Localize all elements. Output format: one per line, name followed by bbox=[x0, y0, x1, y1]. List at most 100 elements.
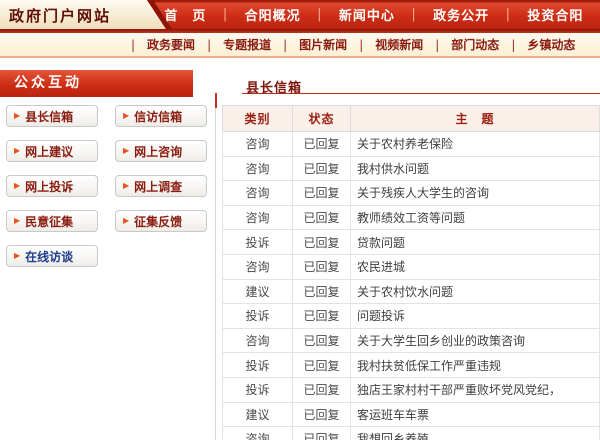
sidebar-item-label: 在线访谈 bbox=[25, 248, 73, 265]
sidebar-item-label: 县长信箱 bbox=[25, 108, 73, 125]
cell-subject-link[interactable]: 我村扶贫低保工作严重违规 bbox=[351, 353, 600, 378]
sidebar-item-label: 网上调查 bbox=[134, 178, 182, 195]
table-row: 咨询已回复关于残疾人大学生的咨询 bbox=[223, 181, 600, 206]
sidebar-item-7[interactable]: ▶ 征集反馈 bbox=[115, 210, 207, 232]
sidebar-item-4[interactable]: ▶ 网上投诉 bbox=[6, 175, 98, 197]
sidebar-item-3[interactable]: ▶ 网上咨询 bbox=[115, 140, 207, 162]
cell-status: 已回复 bbox=[293, 402, 351, 427]
cell-status: 已回复 bbox=[293, 254, 351, 279]
arrow-icon: ▶ bbox=[123, 217, 129, 225]
cell-subject-link[interactable]: 关于残疾人大学生的咨询 bbox=[351, 181, 600, 206]
cell-category: 投诉 bbox=[223, 353, 293, 378]
top-nav-separator: | bbox=[223, 7, 228, 22]
table-row: 投诉已回复贷款问题 bbox=[223, 230, 600, 255]
sidebar-item-label: 网上建议 bbox=[25, 143, 73, 160]
cell-status: 已回复 bbox=[293, 377, 351, 402]
sub-nav-separator: | bbox=[359, 38, 363, 52]
arrow-icon: ▶ bbox=[14, 182, 20, 190]
sidebar-item-label: 网上咨询 bbox=[134, 143, 182, 160]
sidebar-item-8[interactable]: ▶ 在线访谈 bbox=[6, 245, 98, 267]
sub-nav-separator: | bbox=[435, 38, 439, 52]
sidebar-content-divider bbox=[215, 108, 216, 440]
cell-subject-link[interactable]: 我村供水问题 bbox=[351, 156, 600, 181]
sidebar-item-5[interactable]: ▶ 网上调查 bbox=[115, 175, 207, 197]
cell-category: 咨询 bbox=[223, 328, 293, 353]
sidebar-item-label: 网上投诉 bbox=[25, 178, 73, 195]
cell-status: 已回复 bbox=[293, 304, 351, 329]
cell-subject-link[interactable]: 关于农村养老保险 bbox=[351, 132, 600, 157]
sub-nav-separator: | bbox=[511, 38, 515, 52]
sidebar-item-1[interactable]: ▶ 信访信箱 bbox=[115, 105, 207, 127]
table-row: 投诉已回复我村扶贫低保工作严重违规 bbox=[223, 353, 600, 378]
table-row: 咨询已回复我村供水问题 bbox=[223, 156, 600, 181]
table-row: 咨询已回复关于大学生回乡创业的政策咨询 bbox=[223, 328, 600, 353]
cell-status: 已回复 bbox=[293, 156, 351, 181]
cell-status: 已回复 bbox=[293, 132, 351, 157]
table-row: 咨询已回复农民进城 bbox=[223, 254, 600, 279]
cell-status: 已回复 bbox=[293, 230, 351, 255]
cell-subject-link[interactable]: 客运班车车票 bbox=[351, 402, 600, 427]
arrow-icon: ▶ bbox=[14, 252, 20, 260]
cell-category: 咨询 bbox=[223, 181, 293, 206]
cell-category: 建议 bbox=[223, 279, 293, 304]
cell-status: 已回复 bbox=[293, 279, 351, 304]
sub-nav-item-3[interactable]: 视频新闻 bbox=[375, 36, 423, 53]
sub-nav-separator: | bbox=[283, 38, 287, 52]
sidebar-item-6[interactable]: ▶ 民意征集 bbox=[6, 210, 98, 232]
cell-subject-link[interactable]: 我想回乡养殖 bbox=[351, 427, 600, 440]
top-nav-item-4[interactable]: 投资合阳 bbox=[527, 5, 583, 24]
sidebar-item-label: 征集反馈 bbox=[134, 213, 182, 230]
sidebar-title: 公众互动 bbox=[0, 70, 193, 97]
title-underline bbox=[242, 93, 600, 94]
arrow-icon: ▶ bbox=[123, 147, 129, 155]
table-row: 咨询已回复我想回乡养殖 bbox=[223, 427, 600, 440]
cell-status: 已回复 bbox=[293, 353, 351, 378]
col-header-category: 类别 bbox=[223, 106, 293, 132]
cell-subject-link[interactable]: 关于大学生回乡创业的政策咨询 bbox=[351, 328, 600, 353]
sub-nav-item-2[interactable]: 图片新闻 bbox=[299, 36, 347, 53]
cell-subject-link[interactable]: 问题投诉 bbox=[351, 304, 600, 329]
top-header: 首 页|合阳概况|新闻中心|政务公开|投资合阳 政府门户网站 bbox=[0, 0, 600, 29]
mailbox-table: 类别 状态 主 题 咨询已回复关于农村养老保险咨询已回复我村供水问题咨询已回复关… bbox=[222, 105, 600, 440]
cell-subject-link[interactable]: 农民进城 bbox=[351, 254, 600, 279]
sub-nav-item-5[interactable]: 乡镇动态 bbox=[527, 36, 575, 53]
sub-nav-item-1[interactable]: 专题报道 bbox=[223, 36, 271, 53]
cell-status: 已回复 bbox=[293, 328, 351, 353]
top-nav-item-0[interactable]: 首 页 bbox=[164, 5, 206, 24]
arrow-icon: ▶ bbox=[123, 112, 129, 120]
cell-status: 已回复 bbox=[293, 181, 351, 206]
sub-nav-item-4[interactable]: 部门动态 bbox=[451, 36, 499, 53]
divider-red-cap bbox=[215, 93, 217, 108]
cell-category: 咨询 bbox=[223, 254, 293, 279]
col-header-subject: 主 题 bbox=[351, 106, 600, 132]
arrow-icon: ▶ bbox=[14, 217, 20, 225]
cell-subject-link[interactable]: 贷款问题 bbox=[351, 230, 600, 255]
top-nav-separator: | bbox=[411, 7, 416, 22]
top-nav-item-3[interactable]: 政务公开 bbox=[433, 5, 489, 24]
table-row: 咨询已回复教师绩效工资等问题 bbox=[223, 205, 600, 230]
cell-subject-link[interactable]: 独店王家村村干部严重败坏党风党纪， bbox=[351, 377, 600, 402]
arrow-icon: ▶ bbox=[123, 182, 129, 190]
cell-status: 已回复 bbox=[293, 205, 351, 230]
col-header-status: 状态 bbox=[293, 106, 351, 132]
table-row: 建议已回复客运班车车票 bbox=[223, 402, 600, 427]
table-row: 投诉已回复问题投诉 bbox=[223, 304, 600, 329]
sidebar-item-2[interactable]: ▶网上建议 bbox=[6, 140, 98, 162]
cell-category: 咨询 bbox=[223, 132, 293, 157]
top-nav-item-1[interactable]: 合阳概况 bbox=[245, 5, 301, 24]
cell-category: 建议 bbox=[223, 402, 293, 427]
cell-category: 投诉 bbox=[223, 230, 293, 255]
sidebar-item-label: 民意征集 bbox=[25, 213, 73, 230]
sidebar-item-label: 信访信箱 bbox=[134, 108, 182, 125]
sub-nav-item-0[interactable]: 政务要闻 bbox=[147, 36, 195, 53]
secondary-nav: |政务要闻|专题报道|图片新闻|视频新闻|部门动态|乡镇动态 bbox=[0, 33, 600, 58]
cell-category: 投诉 bbox=[223, 304, 293, 329]
sub-nav-separator: | bbox=[207, 38, 211, 52]
table-row: 建议已回复关于农村饮水问题 bbox=[223, 279, 600, 304]
cell-subject-link[interactable]: 关于农村饮水问题 bbox=[351, 279, 600, 304]
sidebar-item-0[interactable]: ▶ 县长信箱 bbox=[6, 105, 98, 127]
cell-subject-link[interactable]: 教师绩效工资等问题 bbox=[351, 205, 600, 230]
top-nav-item-2[interactable]: 新闻中心 bbox=[339, 5, 395, 24]
arrow-icon: ▶ bbox=[14, 112, 20, 120]
top-nav-separator: | bbox=[506, 7, 511, 22]
